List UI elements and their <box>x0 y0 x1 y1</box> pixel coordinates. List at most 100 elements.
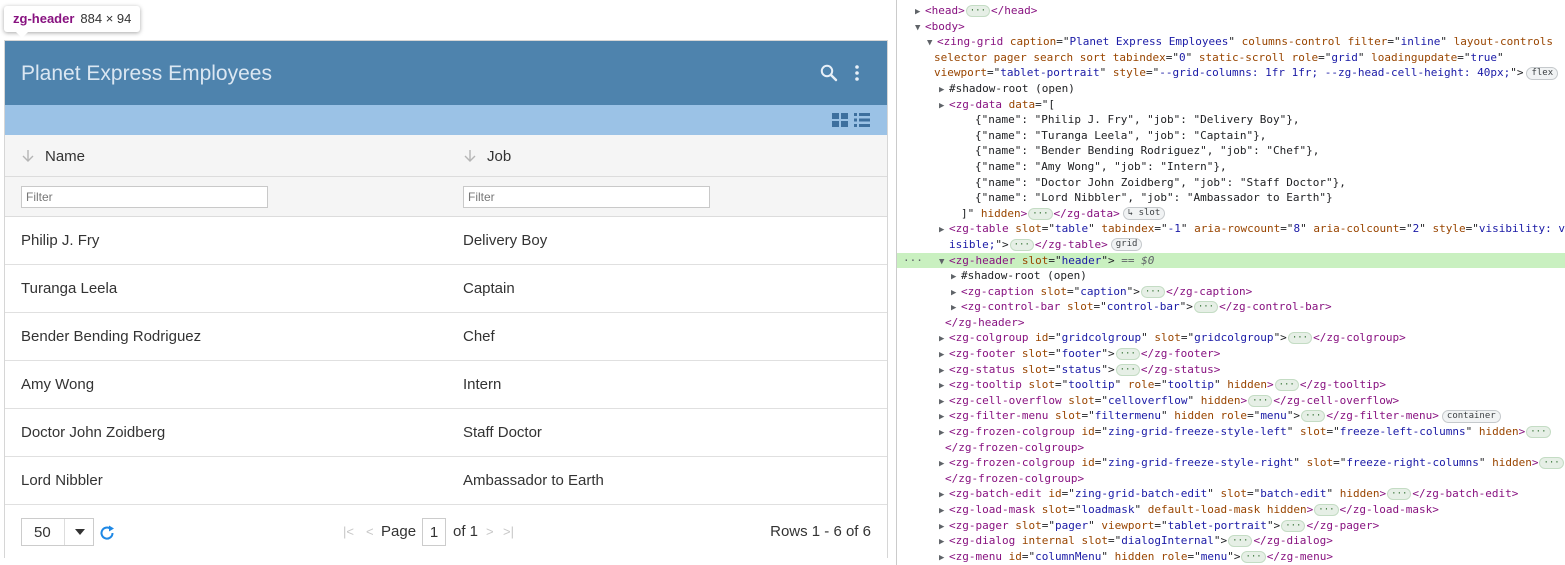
dom-node-line[interactable]: ▶ <zg-cell-overflow slot="celloverflow" h… <box>897 393 1565 409</box>
dom-node-line[interactable]: {"name": "Philip J. Fry", "job": "Delive… <box>897 112 1565 128</box>
tooltip-size: 884 × 94 <box>80 11 132 26</box>
dom-token: " <box>1286 425 1301 439</box>
collapsed-content-badge[interactable]: ··· <box>1248 394 1273 407</box>
collapsed-content-badge[interactable]: ··· <box>965 5 991 17</box>
dom-token: </zg-tooltip> <box>1299 378 1386 392</box>
collapsed-content-badge[interactable]: ··· <box>1140 285 1166 298</box>
dom-node-line[interactable]: {"name": "Turanga Leela", "job": "Captai… <box>897 128 1565 144</box>
row-layout-icon[interactable] <box>854 113 870 127</box>
dom-node-line[interactable]: </zg-frozen-colgroup> <box>897 440 1565 456</box>
node-badge[interactable]: ↳ slot <box>1122 207 1166 221</box>
collapsed-content-badge[interactable]: ··· <box>1241 550 1266 563</box>
dom-node-line[interactable]: ▶ <zg-footer slot="footer"> ··· </zg-footer… <box>897 346 1565 362</box>
sort-arrow-icon[interactable] <box>21 149 35 163</box>
collapsed-content-badge[interactable]: ··· <box>1274 379 1299 392</box>
dom-token: "> <box>1179 300 1193 314</box>
collapsed-content-badge[interactable]: ··· <box>1287 332 1313 345</box>
page-size-select[interactable]: 50 <box>21 518 94 546</box>
node-badge[interactable]: flex <box>1526 66 1559 80</box>
dom-node-line[interactable]: viewport="tablet-portrait" style="--grid… <box>897 65 1565 81</box>
dom-node-line[interactable]: ▶ <zg-batch-edit id="zing-grid-batch-edit… <box>897 486 1565 502</box>
search-icon[interactable] <box>819 63 839 83</box>
dom-node-line[interactable]: ▼ <zing-grid caption="Planet Express Empl… <box>897 34 1565 50</box>
dom-node-line[interactable]: {"name": "Lord Nibbler", "job": "Ambassa… <box>897 190 1565 206</box>
dom-node-line[interactable]: ▶ <zg-menu id="columnMenu" hidden role="m… <box>897 549 1565 565</box>
dom-token: default-load-mask hidden <box>1147 503 1307 516</box>
job-cell: Captain <box>463 280 515 297</box>
table-row[interactable]: Doctor John Zoidberg Staff Doctor <box>5 409 887 457</box>
dom-node-line[interactable]: ▶ <zg-frozen-colgroup id="zing-grid-freez… <box>897 424 1565 440</box>
table-row[interactable]: Lord Nibbler Ambassador to Earth <box>5 457 887 505</box>
dom-token: celloverflow <box>1107 393 1188 407</box>
dom-node-line[interactable]: ▶ <zg-pager slot="pager" viewport="tablet… <box>897 518 1565 534</box>
prev-page-icon[interactable]: < <box>366 525 374 539</box>
dom-node-line[interactable]: ▶ <zg-status slot="status"> ··· </zg-status… <box>897 362 1565 378</box>
collapsed-content-badge[interactable]: ··· <box>1009 238 1034 251</box>
last-page-icon[interactable]: >| <box>503 525 514 539</box>
dom-node-line[interactable]: {"name": "Doctor John Zoidberg", "job": … <box>897 175 1565 191</box>
dom-node-line[interactable]: ▶ <zg-caption slot="caption"> ··· </zg-capt… <box>897 284 1565 300</box>
collapsed-content-badge[interactable]: ··· <box>1115 348 1140 361</box>
dom-node-line[interactable]: ]" hidden> ··· </zg-data> ↳ slot <box>897 206 1565 222</box>
expand-arrow-icon[interactable]: ▶ <box>939 551 949 565</box>
dom-node-line[interactable]: selector pager search sort tabindex="0" … <box>897 50 1565 66</box>
collapsed-content-badge[interactable]: ··· <box>1281 519 1306 532</box>
dom-node-selected[interactable]: ··· ▼ <zg-header slot="header"> == $0 <box>897 252 1565 269</box>
job-filter-input[interactable] <box>463 186 710 208</box>
collapsed-content-badge[interactable]: ··· <box>1115 363 1140 376</box>
dom-token: =" <box>1399 222 1413 236</box>
dom-node-line[interactable]: ▼ <body> <box>897 19 1565 35</box>
dom-node-line[interactable]: ▶ <zg-tooltip slot="tooltip" role="toolti… <box>897 377 1565 393</box>
dom-token: > <box>1531 456 1539 470</box>
table-row[interactable]: Bender Bending Rodriguez Chef <box>5 313 887 361</box>
page-number-input[interactable]: 1 <box>422 518 446 546</box>
name-filter-input[interactable] <box>21 186 268 208</box>
dom-node-line[interactable]: ▶ <zg-table slot="table" tabindex="-1" ar… <box>897 221 1565 237</box>
gutter-more-icon[interactable]: ··· <box>903 253 923 269</box>
collapsed-content-badge[interactable]: ··· <box>1526 426 1551 439</box>
dom-token: " <box>1496 50 1504 64</box>
dom-node-line[interactable]: {"name": "Bender Bending Rodriguez", "jo… <box>897 143 1565 159</box>
dom-token: =" <box>1041 518 1055 532</box>
dom-token: menu <box>1260 409 1287 423</box>
collapsed-content-badge[interactable]: ··· <box>1301 410 1326 423</box>
dom-node-line[interactable]: ▶ <zg-dialog internal slot="dialogInterna… <box>897 533 1565 549</box>
dom-node-line[interactable]: ▶ <zg-load-mask slot="loadmask" default-l… <box>897 502 1565 518</box>
dom-node-line[interactable]: ▶ <head> ··· </head> <box>897 3 1565 19</box>
dom-node-line[interactable]: ▶ <zg-data data="[ <box>897 97 1565 113</box>
table-row[interactable]: Amy Wong Intern <box>5 361 887 409</box>
collapsed-content-badge[interactable]: ··· <box>1228 535 1253 548</box>
table-row[interactable]: Turanga Leela Captain <box>5 265 887 313</box>
dom-node-line[interactable]: {"name": "Amy Wong", "job": "Intern"}, <box>897 159 1565 175</box>
dom-node-line[interactable]: isible;"> ··· </zg-table> grid <box>897 237 1565 253</box>
first-page-icon[interactable]: |< <box>343 525 354 539</box>
dom-token: </zg-dialog> <box>1253 534 1333 548</box>
node-badge[interactable]: container <box>1441 409 1501 423</box>
column-header-name[interactable]: Name <box>21 135 85 177</box>
dom-node-line[interactable]: </zg-frozen-colgroup> <box>897 471 1565 487</box>
collapsed-content-badge[interactable]: ··· <box>1387 488 1412 501</box>
collapsed-content-badge[interactable]: ··· <box>1193 301 1219 314</box>
dom-token: " <box>1185 50 1199 64</box>
reload-icon[interactable] <box>99 525 115 541</box>
next-page-icon[interactable]: > <box>486 525 494 539</box>
dom-node-line[interactable]: ▶ <zg-colgroup id="gridcolgroup" slot="gr… <box>897 330 1565 346</box>
card-layout-icon[interactable] <box>832 113 848 127</box>
dom-token: " <box>1101 549 1115 563</box>
column-header-job[interactable]: Job <box>463 135 511 177</box>
dom-node-line[interactable]: ▶ <zg-control-bar slot="control-bar"> ··· <… <box>897 299 1565 315</box>
chevron-down-icon[interactable] <box>64 519 94 545</box>
dom-token: viewport <box>934 66 987 80</box>
sort-arrow-icon[interactable] <box>463 149 477 163</box>
collapsed-content-badge[interactable]: ··· <box>1028 207 1053 220</box>
more-vertical-icon[interactable] <box>847 63 867 83</box>
dom-node-line[interactable]: ▶ #shadow-root (open) <box>897 81 1565 97</box>
collapsed-content-badge[interactable]: ··· <box>1314 504 1339 516</box>
node-badge[interactable]: grid <box>1110 238 1143 252</box>
table-row[interactable]: Philip J. Fry Delivery Boy <box>5 217 887 265</box>
dom-node-line[interactable]: </zg-header> <box>897 315 1565 331</box>
dom-node-line[interactable]: ▶ #shadow-root (open) <box>897 268 1565 284</box>
collapsed-content-badge[interactable]: ··· <box>1539 457 1564 470</box>
dom-node-line[interactable]: ▶ <zg-frozen-colgroup id="zing-grid-freez… <box>897 455 1565 471</box>
dom-node-line[interactable]: ▶ <zg-filter-menu slot="filtermenu" hidde… <box>897 408 1565 424</box>
